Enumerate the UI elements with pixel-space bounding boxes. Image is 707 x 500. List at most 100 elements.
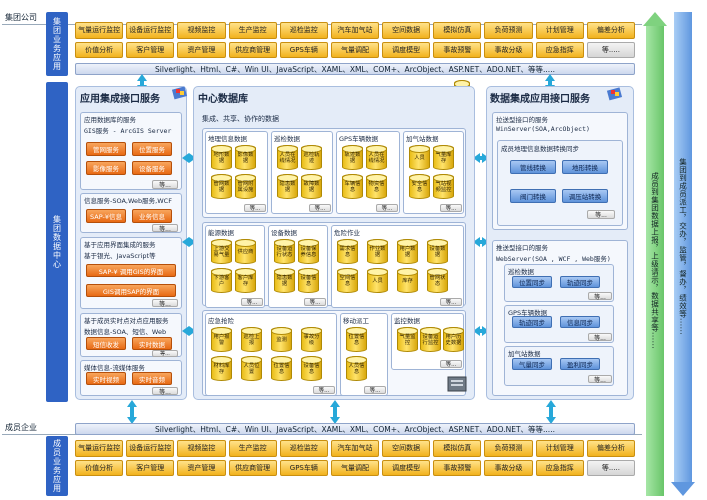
image-service-button[interactable]: 影像服务: [86, 161, 126, 175]
data-cylinder-label: 用户报警: [213, 333, 230, 346]
data-cylinder-label: 地形数据: [213, 151, 230, 164]
profit-sync-button[interactable]: 盈利同步: [560, 358, 600, 370]
business-button[interactable]: 空间数据: [382, 440, 431, 457]
data-cylinder-label: 供应商: [237, 248, 254, 255]
etc-button[interactable]: 等...: [376, 204, 398, 212]
business-button[interactable]: 等.....: [586, 459, 635, 476]
business-button[interactable]: 计划管理: [535, 22, 584, 39]
business-button[interactable]: 视频监控: [177, 22, 226, 39]
pipe-convert-button[interactable]: 管线转换: [510, 160, 556, 174]
realtime-data-button[interactable]: 实时数据: [132, 337, 172, 350]
location-service-button[interactable]: 位置服务: [132, 142, 172, 156]
business-button[interactable]: 气量调配: [330, 459, 380, 476]
business-button[interactable]: 巡检监控: [279, 440, 328, 457]
business-button[interactable]: 事故分级: [484, 459, 533, 476]
sap-call-gis-button[interactable]: SAP-¥ 调用GIS的界面: [86, 264, 176, 277]
business-button[interactable]: 汽车加气站: [330, 22, 380, 39]
equipment-service-button[interactable]: 设备服务: [132, 161, 172, 175]
business-button[interactable]: 资产管理: [177, 41, 226, 58]
business-button[interactable]: 等.....: [586, 41, 635, 58]
etc-button[interactable]: 等...: [152, 299, 178, 308]
terrain-convert-button[interactable]: 地形转换: [562, 160, 608, 174]
etc-button[interactable]: 等...: [440, 360, 462, 368]
location-sync-button[interactable]: 位置同步: [512, 276, 552, 288]
business-button[interactable]: 应急指挥: [535, 41, 584, 58]
business-button[interactable]: 事故预警: [433, 459, 482, 476]
business-button[interactable]: 生产监控: [228, 440, 277, 457]
business-button[interactable]: 供应商管理: [228, 459, 277, 476]
business-button[interactable]: 偏差分析: [586, 440, 635, 457]
data-cylinder: 用户历史数据: [443, 327, 464, 352]
sap-info-button[interactable]: SAP-¥信息: [86, 209, 126, 223]
business-button[interactable]: 价值分析: [75, 459, 124, 476]
realtime-video-button[interactable]: 实时视频: [86, 372, 126, 385]
etc-button[interactable]: 等...: [364, 386, 386, 394]
info-sync-button[interactable]: 信息同步: [560, 316, 600, 328]
pipe-network-service-button[interactable]: 管网服务: [86, 142, 126, 156]
business-button[interactable]: 气量运行监控: [75, 440, 124, 457]
etc-button[interactable]: 等...: [244, 204, 266, 212]
business-button[interactable]: 设备运行监控: [126, 440, 175, 457]
business-button[interactable]: 模拟仿真: [433, 22, 482, 39]
member-business-grid: 气量运行监控 设备运行监控 视频监控 生产监控 巡检监控 汽车加气站 空间数据 模拟仿真 负荷预…: [75, 440, 635, 476]
palette-icon: [606, 87, 623, 101]
business-info-button[interactable]: 业务信息: [132, 209, 172, 223]
etc-button[interactable]: 等...: [313, 386, 335, 394]
etc-button[interactable]: 等...: [152, 387, 178, 396]
gis-call-sap-button[interactable]: GIS调用SAP的界面: [86, 284, 176, 297]
data-cylinder-label: 空间信息: [339, 274, 356, 287]
business-button[interactable]: 气量调配: [330, 41, 380, 58]
etc-button[interactable]: 等...: [588, 375, 612, 384]
business-button[interactable]: 供应商管理: [228, 41, 277, 58]
business-button[interactable]: 资产管理: [177, 459, 226, 476]
valve-convert-button[interactable]: 阀门转换: [510, 189, 556, 203]
data-cylinder-label: 物资信息: [368, 180, 385, 193]
sms-button[interactable]: 短信收发: [86, 337, 126, 350]
etc-button[interactable]: 等...: [440, 204, 462, 212]
etc-button[interactable]: 等...: [152, 350, 178, 357]
business-button[interactable]: 计划管理: [535, 440, 584, 457]
etc-button[interactable]: 等...: [152, 224, 178, 233]
data-box-emerg: [205, 313, 337, 396]
business-button[interactable]: 汽车加气站: [330, 440, 380, 457]
business-button[interactable]: 生产监控: [228, 22, 277, 39]
business-button[interactable]: GPS车辆: [279, 459, 328, 476]
business-button[interactable]: 客户管理: [126, 459, 175, 476]
etc-button[interactable]: 等...: [241, 298, 263, 306]
business-button[interactable]: 事故预警: [433, 41, 482, 58]
business-button[interactable]: 负荷预测: [484, 440, 533, 457]
etc-button[interactable]: 等...: [588, 333, 612, 342]
etc-button[interactable]: 等...: [588, 292, 612, 301]
etc-button[interactable]: 等...: [587, 210, 615, 219]
business-button[interactable]: 调度模型: [382, 459, 431, 476]
etc-button[interactable]: 等...: [152, 180, 178, 189]
data-cylinder-label: 人员位置: [243, 362, 260, 375]
business-button[interactable]: 价值分析: [75, 41, 124, 58]
business-button[interactable]: 视频监控: [177, 440, 226, 457]
business-button[interactable]: 偏差分析: [586, 22, 635, 39]
business-button[interactable]: 设备运行监控: [126, 22, 175, 39]
gps-track-sync-button[interactable]: 轨迹同步: [512, 316, 552, 328]
business-button[interactable]: 负荷预测: [484, 22, 533, 39]
data-cylinder-label: 设备数据: [429, 245, 446, 258]
business-button[interactable]: 应急指挥: [535, 459, 584, 476]
business-button[interactable]: 客户管理: [126, 41, 175, 58]
data-cylinder-label: 气量监控: [399, 333, 416, 346]
gas-sync-button[interactable]: 气量同步: [512, 358, 552, 370]
business-button[interactable]: 气量运行监控: [75, 22, 124, 39]
etc-button[interactable]: 等...: [304, 298, 326, 306]
business-button[interactable]: 模拟仿真: [433, 440, 482, 457]
zone-group-label: 集团公司: [5, 13, 37, 22]
regulator-convert-button[interactable]: 调压站转换: [562, 189, 608, 203]
business-button[interactable]: 事故分级: [484, 41, 533, 58]
business-button[interactable]: 空间数据: [382, 22, 431, 39]
track-sync-button[interactable]: 轨迹同步: [560, 276, 600, 288]
business-button[interactable]: GPS车辆: [279, 41, 328, 58]
business-button[interactable]: 巡检监控: [279, 22, 328, 39]
etc-button[interactable]: 等...: [309, 204, 331, 212]
business-button[interactable]: 调度模型: [382, 41, 431, 58]
data-box-title: 移动派工: [343, 317, 369, 325]
etc-button[interactable]: 等...: [440, 298, 462, 306]
data-cylinder-label: 设备信息: [303, 362, 320, 375]
realtime-audio-button[interactable]: 实时音频: [132, 372, 172, 385]
